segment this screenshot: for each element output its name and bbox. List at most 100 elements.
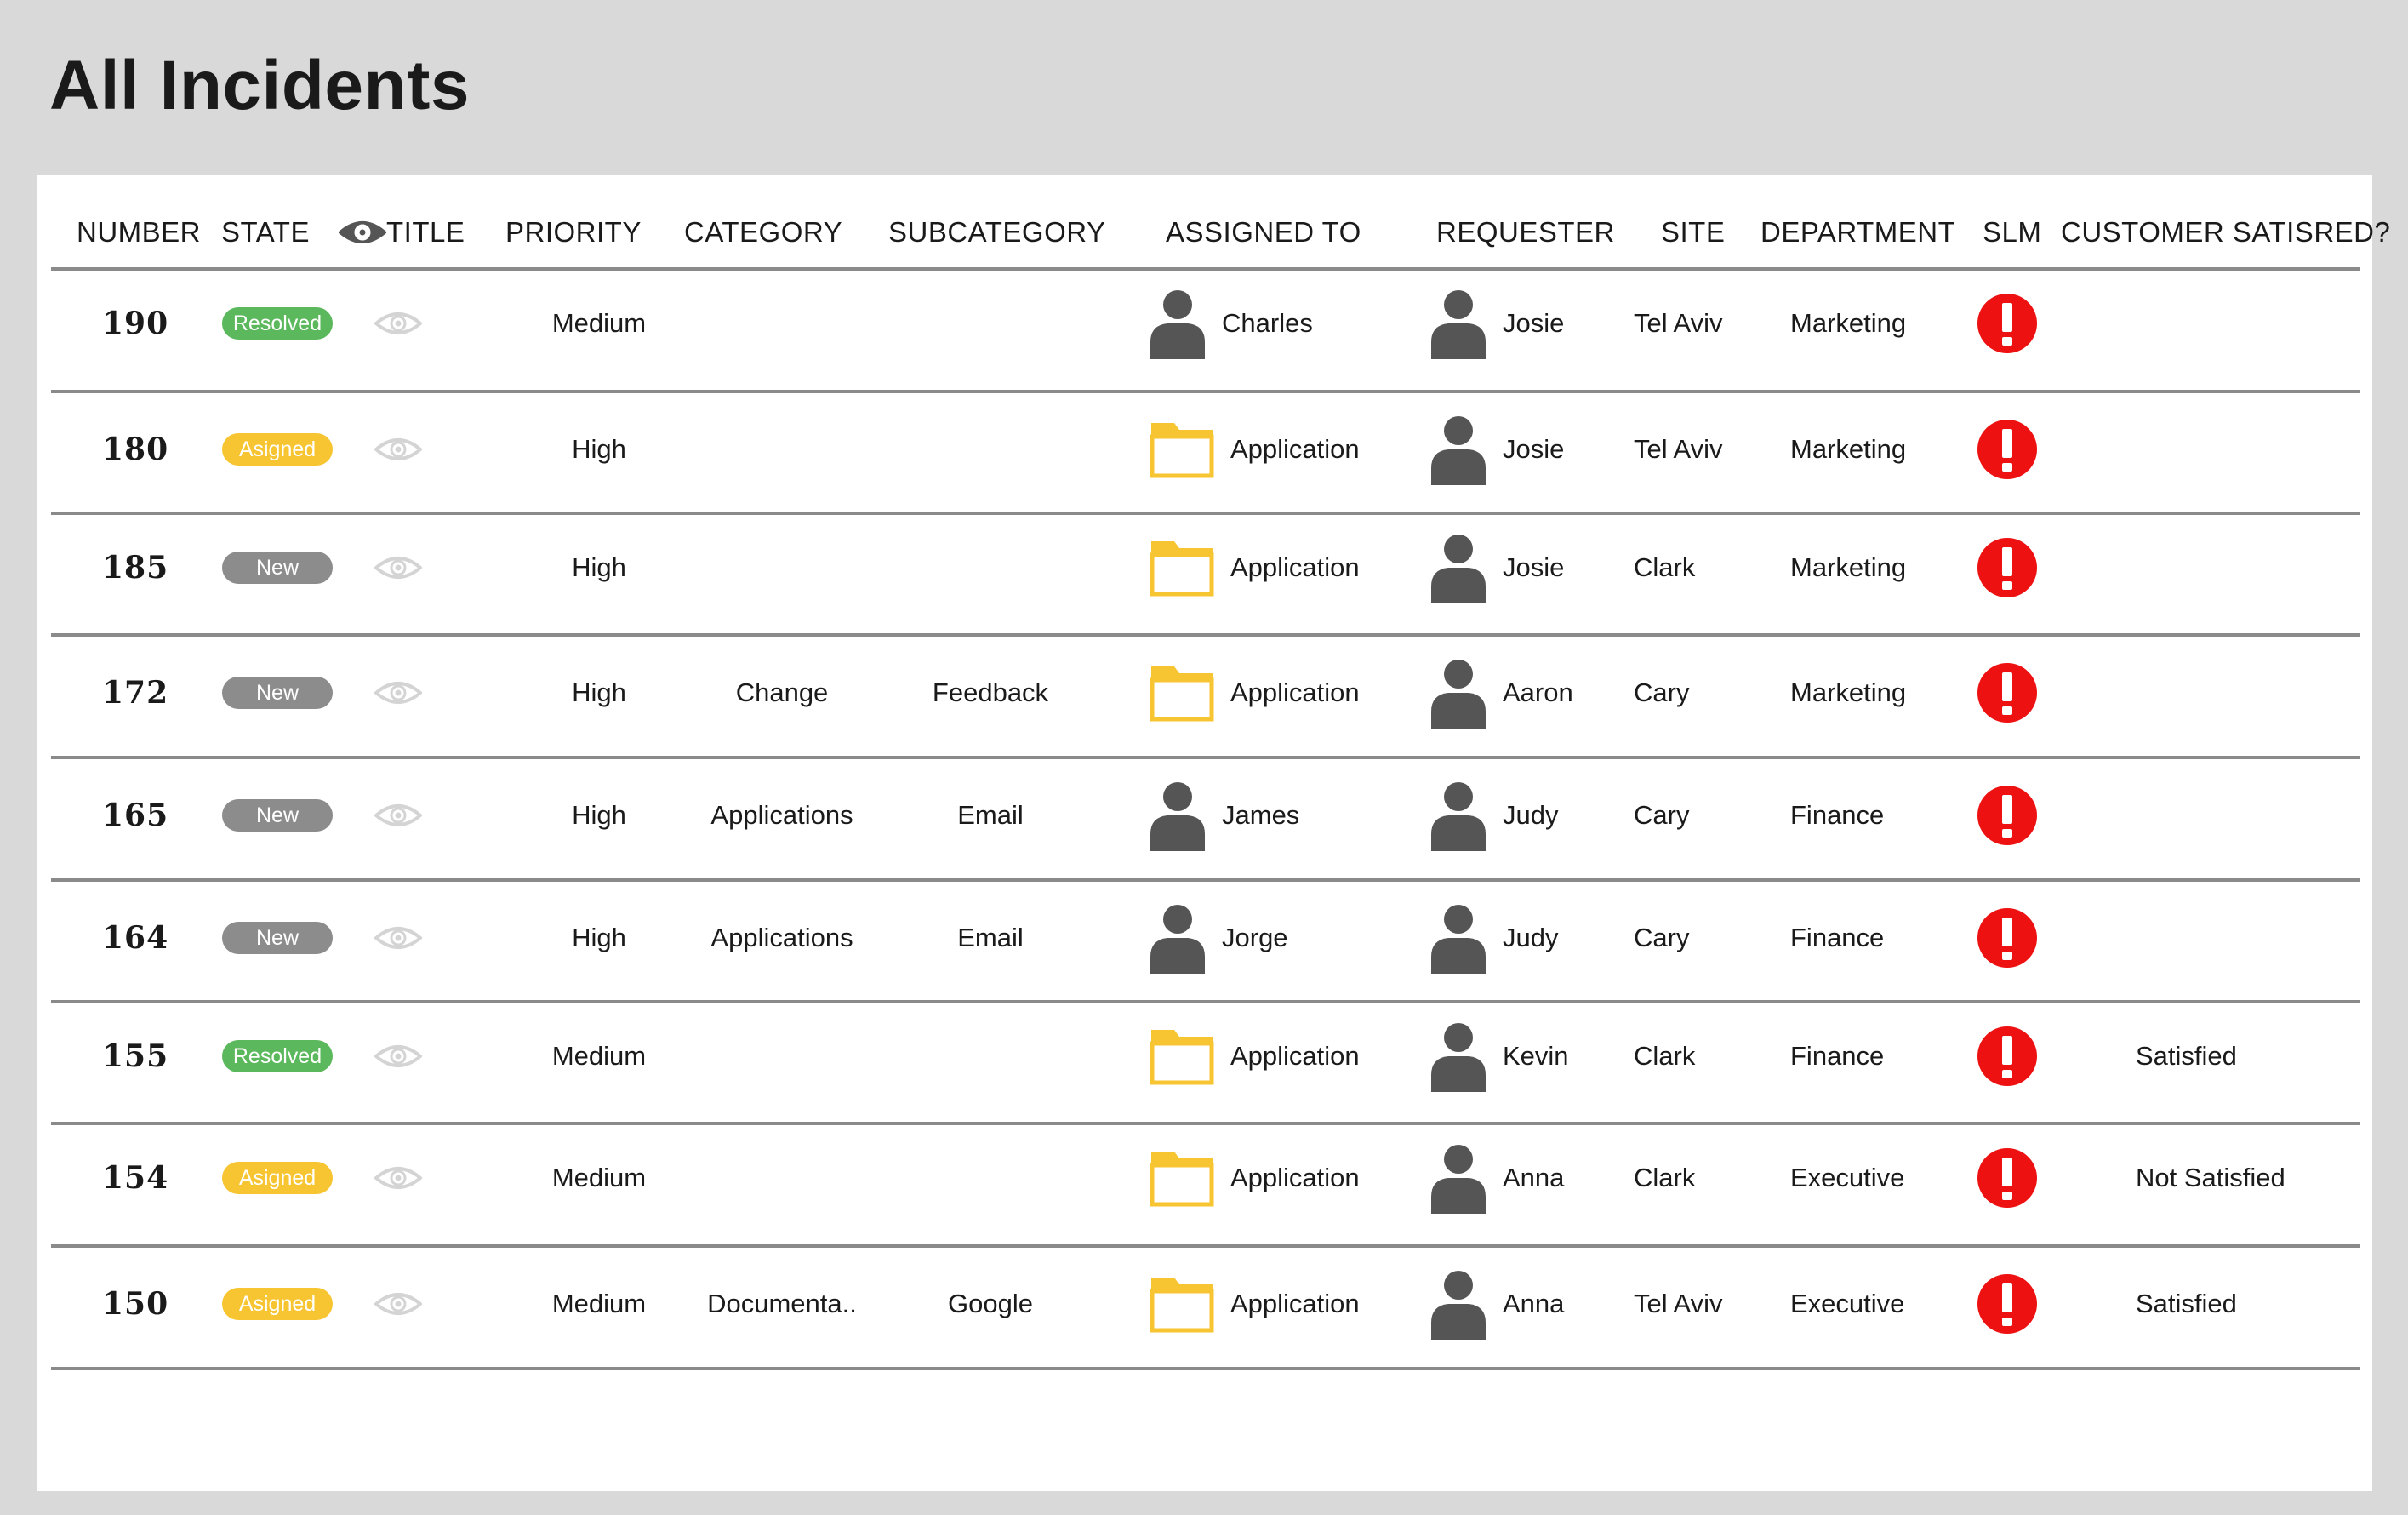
row-divider [51, 1122, 2360, 1125]
alert-icon[interactable] [1977, 907, 2038, 969]
slm-cell[interactable] [1969, 756, 2046, 875]
slm-cell[interactable] [1969, 633, 2046, 752]
table-row[interactable]: 172 New High Change Feedback Application Aaron… [37, 633, 2372, 752]
assigned-to-cell[interactable]: Application [1149, 1244, 1404, 1364]
assigned-to-cell[interactable]: Application [1149, 390, 1404, 509]
row-divider [51, 390, 2360, 393]
requester-cell[interactable]: Anna [1429, 1118, 1642, 1238]
person-icon [1149, 780, 1207, 851]
col-title-header[interactable]: TITLE [339, 216, 465, 249]
folder-icon [1149, 538, 1215, 597]
subcategory-cell: Email [888, 878, 1093, 998]
slm-cell[interactable] [1969, 264, 2046, 383]
eye-icon[interactable] [374, 436, 422, 463]
title-cell[interactable] [364, 390, 432, 509]
slm-cell[interactable] [1969, 390, 2046, 509]
title-cell[interactable] [364, 756, 432, 875]
alert-icon[interactable] [1977, 1273, 2038, 1335]
assigned-to-cell[interactable]: Jorge [1149, 878, 1404, 998]
alert-icon[interactable] [1977, 537, 2038, 598]
col-state-header[interactable]: STATE [221, 216, 310, 249]
row-divider [51, 756, 2360, 759]
slm-cell[interactable] [1969, 997, 2046, 1116]
alert-icon[interactable] [1977, 1147, 2038, 1209]
eye-icon[interactable] [374, 1290, 422, 1318]
eye-icon[interactable] [374, 1164, 422, 1192]
assigned-to-cell[interactable]: Application [1149, 1118, 1404, 1238]
slm-cell[interactable] [1969, 878, 2046, 998]
title-cell[interactable] [364, 997, 432, 1116]
title-cell[interactable] [364, 1244, 432, 1364]
col-category-header[interactable]: CATEGORY [684, 216, 842, 249]
col-slm-header[interactable]: SLM [1983, 216, 2041, 249]
col-requester-header[interactable]: REQUESTER [1436, 216, 1615, 249]
eye-icon[interactable] [374, 1043, 422, 1070]
eye-icon[interactable] [374, 554, 422, 581]
alert-icon[interactable] [1977, 293, 2038, 354]
col-number-header[interactable]: NUMBER [77, 216, 201, 249]
customer-satisfaction-cell [2136, 756, 2357, 875]
site-text: Clark [1634, 1041, 1696, 1071]
requester-cell[interactable]: Josie [1429, 264, 1642, 383]
department-cell: Marketing [1790, 633, 1969, 752]
table-row[interactable]: 154 Asigned Medium Application Anna Clark Exec… [37, 1118, 2372, 1238]
col-customer-satisfied-header[interactable]: CUSTOMER SATISRED? [2061, 216, 2390, 249]
assigned-to-text: Application [1230, 1163, 1360, 1192]
slm-cell[interactable] [1969, 1118, 2046, 1238]
department-cell: Executive [1790, 1244, 1969, 1364]
col-subcategory-header[interactable]: SUBCATEGORY [888, 216, 1106, 249]
priority-text: High [572, 923, 626, 952]
table-row[interactable]: 185 New High Application Josie Clark Marketing [37, 508, 2372, 627]
table-row[interactable]: 165 New High Applications Email James Judy Cary… [37, 756, 2372, 875]
page-title: All Incidents [49, 47, 471, 124]
alert-icon[interactable] [1977, 785, 2038, 846]
table-row[interactable]: 180 Asigned High Application Josie Tel Aviv Ma… [37, 390, 2372, 509]
requester-cell[interactable]: Judy [1429, 878, 1642, 998]
assigned-to-cell[interactable]: Application [1149, 633, 1404, 752]
subcategory-text: Google [948, 1289, 1033, 1318]
col-assigned-to-header[interactable]: ASSIGNED TO [1166, 216, 1361, 249]
state-cell: New [201, 878, 354, 998]
eye-icon[interactable] [374, 679, 422, 706]
requester-cell[interactable]: Kevin [1429, 997, 1642, 1116]
alert-icon[interactable] [1977, 662, 2038, 723]
title-cell[interactable] [364, 508, 432, 627]
subcategory-text: Email [957, 800, 1024, 830]
title-cell[interactable] [364, 1118, 432, 1238]
assigned-to-cell[interactable]: Application [1149, 508, 1404, 627]
assigned-to-cell[interactable]: Application [1149, 997, 1404, 1116]
eye-icon[interactable] [374, 924, 422, 952]
eye-icon[interactable] [374, 310, 422, 337]
table-row[interactable]: 155 Resolved Medium Application Kevin Clark Fi… [37, 997, 2372, 1116]
slm-cell[interactable] [1969, 508, 2046, 627]
table-row[interactable]: 150 Asigned Medium Documenta.. Google Applica… [37, 1244, 2372, 1364]
incident-number-text: 154 [102, 1160, 169, 1196]
site-text: Tel Aviv [1634, 434, 1723, 464]
table-row[interactable]: 164 New High Applications Email Jorge Judy Cary… [37, 878, 2372, 998]
state-cell: Resolved [201, 997, 354, 1116]
requester-text: Josie [1503, 552, 1565, 582]
title-cell[interactable] [364, 264, 432, 383]
eye-icon[interactable] [339, 219, 386, 246]
title-cell[interactable] [364, 878, 432, 998]
requester-cell[interactable]: Anna [1429, 1244, 1642, 1364]
alert-icon[interactable] [1977, 1026, 2038, 1087]
assigned-to-cell[interactable]: Charles [1149, 264, 1404, 383]
eye-icon[interactable] [374, 802, 422, 829]
priority-cell: High [514, 756, 684, 875]
col-priority-header[interactable]: PRIORITY [505, 216, 642, 249]
requester-cell[interactable]: Josie [1429, 508, 1642, 627]
requester-cell[interactable]: Aaron [1429, 633, 1642, 752]
slm-cell[interactable] [1969, 1244, 2046, 1364]
requester-cell[interactable]: Josie [1429, 390, 1642, 509]
title-cell[interactable] [364, 633, 432, 752]
alert-icon[interactable] [1977, 419, 2038, 480]
incidents-table: NUMBER STATE TITLE PRIORITY CATEGORY SUBCATEG… [37, 175, 2390, 1491]
category-cell: Change [676, 633, 888, 752]
requester-cell[interactable]: Judy [1429, 756, 1642, 875]
col-department-header[interactable]: DEPARTMENT [1760, 216, 1955, 249]
col-site-header[interactable]: SITE [1661, 216, 1725, 249]
table-row[interactable]: 190 Resolved Medium Charles Josie Tel Aviv Mar… [37, 264, 2372, 383]
col-number-label: NUMBER [77, 216, 202, 248]
assigned-to-cell[interactable]: James [1149, 756, 1404, 875]
